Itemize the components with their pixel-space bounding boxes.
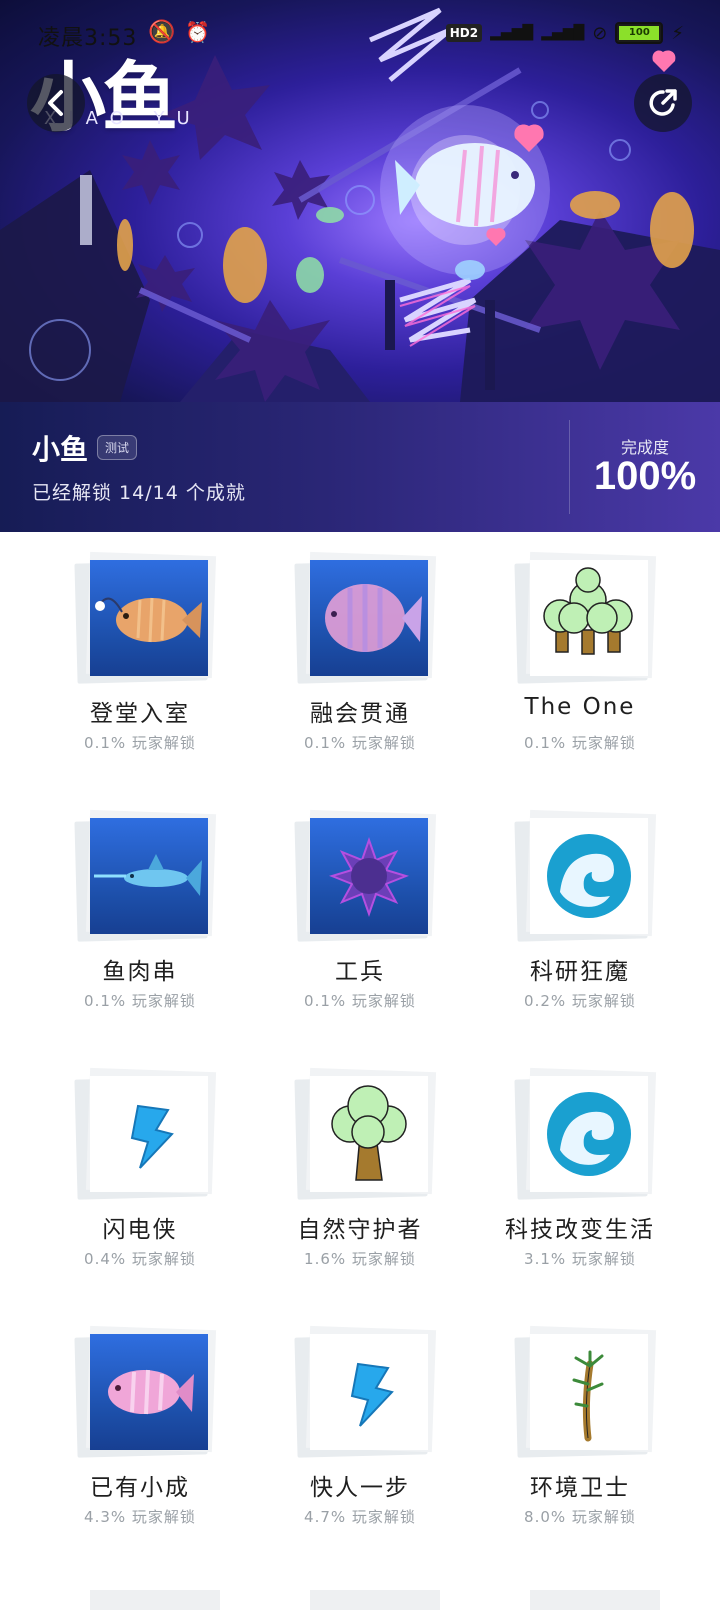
forest-icon (530, 560, 648, 676)
achievement-rate: 0.1% 玩家解锁 (84, 992, 196, 1010)
lightning-icon (90, 1076, 208, 1192)
next-row-peek (530, 1590, 660, 1610)
achievement-title: 闪电侠 (102, 1217, 178, 1243)
achievement-title: 环境卫士 (530, 1475, 630, 1501)
achievement-item[interactable]: 环境卫士 8.0% 玩家解锁 (490, 1306, 690, 1536)
achievement-summary: 小鱼 测试 已经解锁 14/14 个成就 完成度 100% (0, 402, 720, 532)
unlock-progress-text: 已经解锁 14/14 个成就 (32, 482, 246, 504)
achievement-rate: 1.6% 玩家解锁 (304, 1250, 416, 1268)
next-row-peek (310, 1590, 440, 1610)
achievement-rate: 3.1% 玩家解锁 (524, 1250, 636, 1268)
achievement-item[interactable]: 融会贯通 0.1% 玩家解锁 (270, 532, 470, 762)
test-badge: 测试 (97, 435, 138, 460)
next-row-peek (90, 1590, 220, 1610)
anglerfish-icon (90, 560, 208, 676)
alarm-icon: ⏰ (185, 20, 211, 44)
lightning-icon (310, 1334, 428, 1450)
swordfish-icon (90, 818, 208, 934)
achievement-item[interactable]: 工兵 0.1% 玩家解锁 (270, 790, 470, 1020)
achievement-title: 登堂入室 (90, 701, 190, 727)
divider (569, 420, 570, 514)
achievement-title: 科技改变生活 (505, 1217, 655, 1243)
game-title: 小鱼 (32, 433, 89, 466)
achievement-rate: 0.1% 玩家解锁 (304, 734, 416, 752)
wave-icon (530, 818, 648, 934)
battery-icon: 100 (615, 22, 664, 44)
back-button[interactable] (27, 74, 85, 132)
achievement-rate: 4.7% 玩家解锁 (304, 1508, 416, 1526)
achievement-grid: 登堂入室 0.1% 玩家解锁 融会贯通 0.1% 玩家解锁 The One 0.… (0, 532, 720, 1600)
signal-icon: ▂▄▆█ (490, 25, 534, 41)
achievement-rate: 0.1% 玩家解锁 (524, 734, 636, 752)
chevron-left-icon (48, 90, 63, 116)
wave-icon (530, 1076, 648, 1192)
hero-banner: 凌晨3:53 HD2 ▂▄▆█ ▂▄▆█ ⊘ 100 ⚡ 🔕 ⏰ 小鱼 XIAO… (0, 0, 720, 402)
achievement-item[interactable]: The One 0.1% 玩家解锁 (490, 532, 690, 762)
achievement-title: 工兵 (335, 959, 385, 985)
achievement-item[interactable]: 快人一步 4.7% 玩家解锁 (270, 1306, 470, 1536)
achievement-rate: 0.4% 玩家解锁 (84, 1250, 196, 1268)
achievement-rate: 0.1% 玩家解锁 (84, 734, 196, 752)
achievement-item[interactable]: 科研狂魔 0.2% 玩家解锁 (490, 790, 690, 1020)
status-icons: HD2 ▂▄▆█ ▂▄▆█ ⊘ 100 ⚡ (445, 22, 684, 44)
achievement-item[interactable]: 自然守护者 1.6% 玩家解锁 (270, 1048, 470, 1278)
signal-icon: ▂▄▆█ (541, 25, 585, 41)
network-badge: HD2 (445, 24, 483, 42)
share-icon (649, 89, 677, 116)
achievement-rate: 0.2% 玩家解锁 (524, 992, 636, 1010)
achievement-title: 融会贯通 (310, 701, 410, 727)
achievement-title: 快人一步 (310, 1475, 410, 1501)
share-button[interactable] (634, 74, 692, 132)
tree-icon (310, 1076, 428, 1192)
achievement-title: The One (524, 694, 636, 720)
link-icon: ⊘ (592, 22, 608, 44)
achievement-rate: 0.1% 玩家解锁 (304, 992, 416, 1010)
sea-mine-icon (310, 818, 428, 934)
achievement-item[interactable]: 已有小成 4.3% 玩家解锁 (50, 1306, 250, 1536)
charging-icon: ⚡ (671, 22, 684, 44)
achievement-item[interactable]: 登堂入室 0.1% 玩家解锁 (50, 532, 250, 762)
achievement-item[interactable]: 鱼肉串 0.1% 玩家解锁 (50, 790, 250, 1020)
achievement-item[interactable]: 闪电侠 0.4% 玩家解锁 (50, 1048, 250, 1278)
achievement-item[interactable]: 科技改变生活 3.1% 玩家解锁 (490, 1048, 690, 1278)
achievement-rate: 8.0% 玩家解锁 (524, 1508, 636, 1526)
achievement-title: 已有小成 (90, 1475, 190, 1501)
pink-fish-icon (90, 1334, 208, 1450)
achievement-title: 科研狂魔 (530, 959, 630, 985)
achievement-title: 鱼肉串 (102, 959, 178, 985)
angelfish-icon (310, 560, 428, 676)
achievement-title: 自然守护者 (297, 1217, 423, 1243)
completion-value: 100% (593, 454, 697, 498)
sapling-icon (530, 1334, 648, 1450)
achievement-rate: 4.3% 玩家解锁 (84, 1508, 196, 1526)
